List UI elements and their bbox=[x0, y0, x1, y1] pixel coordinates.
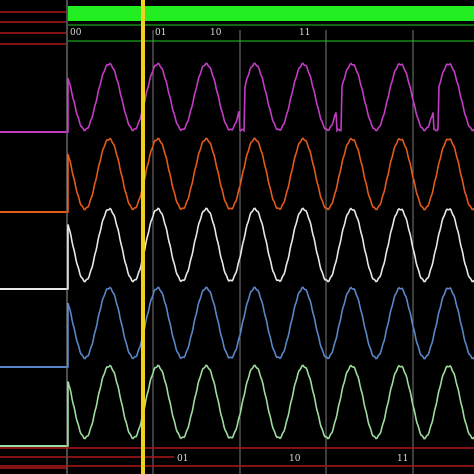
top-bus-label-2: 01 bbox=[155, 28, 166, 38]
waveform-sig-4 bbox=[0, 286, 474, 368]
bottom-bus-label-2: 10 bbox=[289, 454, 301, 464]
top-bus-label-3: 10 bbox=[210, 28, 222, 38]
top-bus-label-4: 11 bbox=[299, 28, 310, 38]
signal-name-pane[interactable] bbox=[0, 11, 66, 469]
bottom-bus-label-1: 01 bbox=[177, 454, 188, 464]
bottom-bus-label-3: 11 bbox=[397, 454, 408, 464]
waveform-canvas[interactable]: 00 01 10 11 01 10 11 bbox=[0, 0, 474, 474]
waveform-sig-3 bbox=[0, 207, 474, 290]
waveform-sig-1 bbox=[0, 62, 474, 133]
bottom-bus[interactable]: 01 10 11 bbox=[0, 447, 474, 467]
top-bus-label-1: 00 bbox=[70, 28, 82, 38]
progress-bar bbox=[68, 6, 474, 21]
waveforms bbox=[0, 62, 474, 447]
waveform-sig-2 bbox=[0, 137, 474, 213]
waveform-sig-5 bbox=[0, 364, 474, 447]
time-cursor[interactable] bbox=[141, 0, 145, 474]
waveform-window[interactable]: 00 01 10 11 01 10 11 bbox=[0, 0, 474, 474]
